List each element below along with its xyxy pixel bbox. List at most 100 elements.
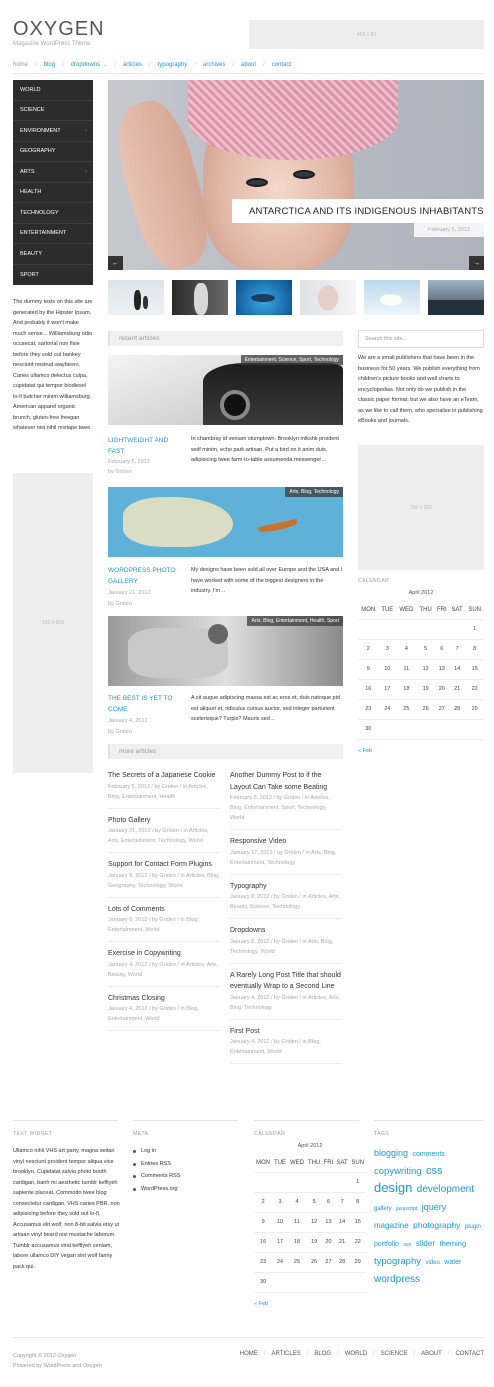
tag-link[interactable]: video — [425, 1260, 439, 1266]
post-author[interactable]: by Griden — [108, 727, 178, 737]
slider-thumb-polar-bear[interactable] — [364, 280, 420, 315]
more-post-title[interactable]: Another Dummy Post to if the Layout Can … — [230, 770, 342, 793]
nav-dropdowns[interactable]: dropdowns — [71, 62, 100, 68]
slider-thumb-dolphin[interactable] — [236, 280, 292, 315]
slide-date: February 5, 2012 — [414, 223, 484, 237]
post-author[interactable]: by Griden — [108, 599, 178, 609]
slider-thumb-face[interactable] — [300, 280, 356, 315]
category-world[interactable]: WORLD — [13, 80, 93, 101]
tag-link[interactable]: wordpress — [374, 1274, 420, 1285]
tag-link[interactable]: theming — [439, 1239, 466, 1248]
meta-widget-title: META — [133, 1131, 149, 1137]
category-entertainment[interactable]: ENTERTAINMENT — [13, 224, 93, 244]
more-post-meta: February 5, 2012 / by Griden / in Articl… — [108, 783, 208, 800]
nav-typography[interactable]: typography — [158, 62, 188, 68]
footer-nav-science[interactable]: SCIENCE — [381, 1351, 408, 1357]
slider-thumb-woman[interactable] — [172, 280, 228, 315]
category-environment[interactable]: ENVIRONMENT › — [13, 121, 93, 142]
footer-nav-home[interactable]: HOME — [240, 1351, 258, 1357]
post-title[interactable]: THE BEST IS YET TO COME — [108, 693, 178, 715]
footer-divider — [254, 1120, 359, 1121]
meta-comments-rss-link[interactable]: Comments RSS — [133, 1170, 238, 1183]
tag-link[interactable]: photography — [413, 1220, 460, 1230]
more-post-title[interactable]: Lots of Comments — [108, 904, 220, 916]
category-menu: WORLD SCIENCE ENVIRONMENT › GEOGRAPHY ART… — [13, 80, 93, 285]
more-post-title[interactable]: Christmas Closing — [108, 993, 220, 1005]
more-post-title[interactable]: Typography — [230, 881, 342, 893]
more-post-title[interactable]: Dropdowns — [230, 925, 342, 937]
post-thumbnail[interactable]: Entertainment, Science, Sport, Technolog… — [108, 355, 343, 425]
tag-link[interactable]: blogging — [374, 1148, 408, 1158]
post-author[interactable]: by Griden — [108, 467, 178, 477]
footer-nav-blog[interactable]: BLOG — [314, 1351, 331, 1357]
footer-nav-articles[interactable]: ARTICLES — [271, 1351, 300, 1357]
tag-link[interactable]: javascript — [396, 1206, 417, 1212]
arrow-left-icon: ← — [112, 259, 119, 267]
nav-blog[interactable]: blog — [44, 62, 55, 68]
calendar-prev-link[interactable]: « Feb — [358, 748, 484, 754]
slider-next-button[interactable]: → — [469, 256, 484, 270]
nav-articles[interactable]: articles — [123, 62, 142, 68]
category-beauty[interactable]: BEAUTY — [13, 244, 93, 265]
tag-link[interactable]: water — [444, 1259, 461, 1266]
category-arts[interactable]: ARTS › — [13, 162, 93, 183]
category-science[interactable]: SCIENCE — [13, 101, 93, 121]
slider-thumb-penguins[interactable] — [108, 280, 164, 315]
meta-entries-rss-link[interactable]: Entries RSS — [133, 1158, 238, 1171]
tag-link[interactable]: portfolio — [374, 1241, 399, 1248]
more-post-title[interactable]: First Post — [230, 1026, 342, 1038]
footer-nav-world[interactable]: WORLD — [345, 1351, 367, 1357]
category-technology[interactable]: TECHNOLOGY — [13, 203, 93, 224]
post-title[interactable]: LIGHTWEIGHT AND FAST — [108, 435, 178, 457]
category-health[interactable]: HEALTH — [13, 183, 93, 203]
nav-about[interactable]: about — [241, 62, 256, 68]
tag-link[interactable]: jquery — [422, 1202, 447, 1212]
banner-ad-468x60[interactable]: 468 x 60 — [249, 20, 484, 49]
footer-nav-contact[interactable]: CONTACT — [455, 1351, 484, 1357]
more-post-title[interactable]: The Secrets of a Japanese Cookie — [108, 770, 220, 782]
tag-link[interactable]: design — [374, 1180, 412, 1195]
chevron-down-icon[interactable]: ⌄ — [103, 62, 107, 68]
more-post-title[interactable]: A Rarely Long Post Title that should eve… — [230, 970, 342, 993]
tag-link[interactable]: copywriting — [374, 1166, 422, 1177]
sidebar-ad-250x250[interactable]: 250 x 250 — [358, 445, 484, 570]
tag-link[interactable]: css — [426, 1165, 443, 1177]
tag-link[interactable]: magazine — [374, 1221, 409, 1230]
more-post-title[interactable]: Photo Gallery — [108, 815, 220, 827]
tag-link[interactable]: gallery — [374, 1206, 392, 1212]
post-excerpt: A sit augue adipiscing massa est ac eros… — [191, 695, 340, 722]
nav-archives[interactable]: archives — [203, 62, 225, 68]
search-input[interactable]: Search this site... — [358, 330, 484, 348]
post-categories[interactable]: Arts, Blog, Technology — [285, 487, 343, 497]
post-date: January 4, 2012 — [108, 718, 148, 724]
slide-caption[interactable]: ANTARCTICA AND ITS INDIGENOUS INHABITANT… — [232, 199, 484, 223]
featured-slider[interactable]: ANTARCTICA AND ITS INDIGENOUS INHABITANT… — [108, 80, 484, 270]
tag-link[interactable]: slider — [416, 1239, 435, 1248]
more-post-title[interactable]: Exercise in Copywriting — [108, 948, 220, 960]
more-post-title[interactable]: Support for Contact Form Plugins — [108, 859, 220, 871]
more-post-title[interactable]: Responsive Video — [230, 836, 342, 848]
category-geography[interactable]: GEOGRAPHY — [13, 142, 93, 162]
post-categories[interactable]: Entertainment, Science, Sport, Technolog… — [240, 355, 343, 365]
meta-wordpress-link[interactable]: WordPress.org — [133, 1183, 238, 1196]
tag-link[interactable]: comments — [412, 1151, 444, 1158]
meta-login-link[interactable]: Log in — [133, 1145, 238, 1158]
post-title[interactable]: WORDPRESS PHOTO GALLERY — [108, 565, 178, 587]
tag-link[interactable]: plugin — [465, 1224, 481, 1230]
post-thumbnail[interactable]: Arts, Blog, Technology — [108, 487, 343, 557]
nav-home[interactable]: home — [13, 62, 28, 68]
tag-link[interactable]: typography — [374, 1256, 421, 1267]
slider-thumb-landscape[interactable] — [428, 280, 484, 315]
footer-nav-about[interactable]: ABOUT — [421, 1351, 442, 1357]
site-title[interactable]: OXYGEN — [13, 18, 105, 41]
tag-link[interactable]: development — [417, 1184, 474, 1195]
tag-link[interactable]: seo — [403, 1242, 411, 1248]
slide-image-eye — [293, 170, 315, 179]
nav-contact[interactable]: contact — [272, 62, 291, 68]
post-categories[interactable]: Arts, Blog, Entertainment, Health, Sport — [247, 616, 343, 626]
sidebar-ad-160x600[interactable]: 160 x 600 — [13, 473, 93, 773]
category-sport[interactable]: SPORT — [13, 265, 93, 286]
post-thumbnail[interactable]: Arts, Blog, Entertainment, Health, Sport — [108, 616, 343, 686]
calendar-prev-link[interactable]: « Feb — [254, 1301, 366, 1307]
slider-prev-button[interactable]: ← — [108, 256, 123, 270]
